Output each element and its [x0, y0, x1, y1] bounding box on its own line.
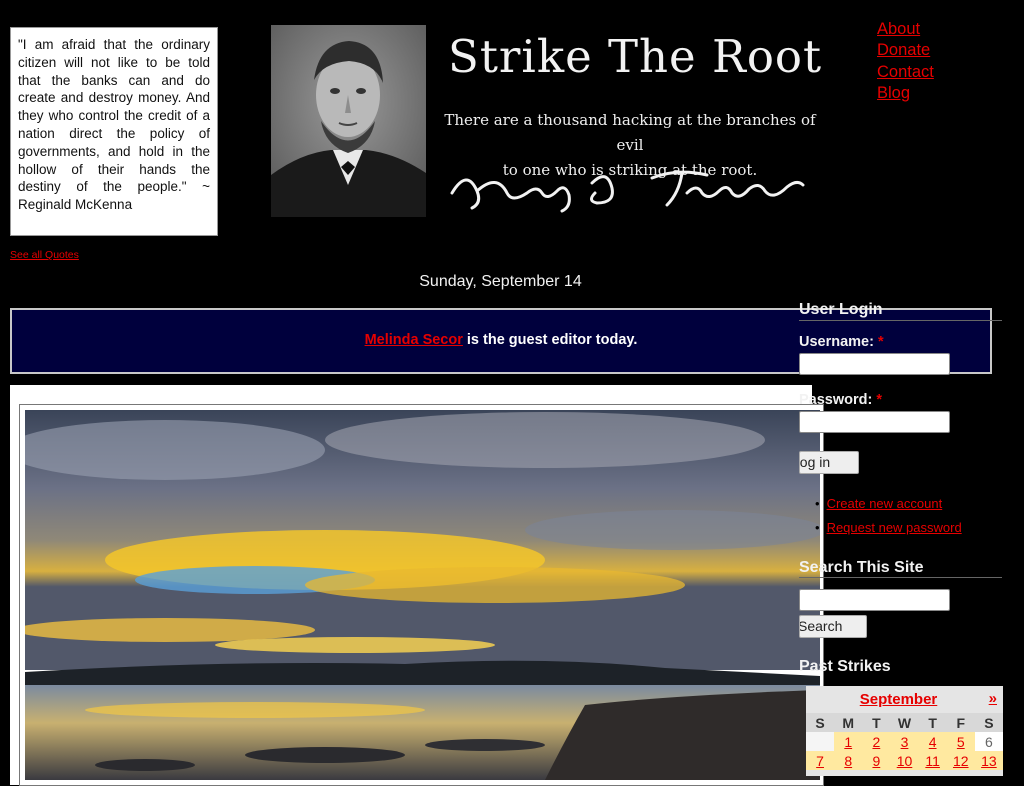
weekday-header: F	[946, 713, 975, 732]
calendar-day-link[interactable]: 4	[929, 734, 937, 750]
site-title: Strike The Root	[448, 30, 823, 83]
calendar-day: 6	[974, 732, 1003, 751]
username-input[interactable]	[799, 353, 950, 375]
login-button[interactable]: Log in	[799, 451, 859, 474]
required-marker: *	[877, 334, 884, 350]
required-marker: *	[876, 392, 883, 408]
calendar-day[interactable]: 5	[946, 732, 975, 751]
search-button[interactable]: Search	[799, 615, 867, 638]
search-input[interactable]	[799, 589, 950, 611]
calendar-next-link[interactable]: »	[989, 690, 997, 707]
weekday-header: W	[890, 713, 919, 732]
create-account-item: Create new account	[815, 492, 962, 516]
weekday-header: T	[862, 713, 891, 732]
calendar-day-link[interactable]: 7	[816, 753, 824, 769]
guest-editor-link[interactable]: Melinda Secor	[365, 332, 463, 348]
quote-box: "I am afraid that the ordinary citizen w…	[10, 27, 218, 236]
user-login-title: User Login	[799, 301, 1002, 321]
search-title: Search This Site	[799, 559, 1002, 578]
password-input[interactable]	[799, 411, 950, 433]
calendar-month-link[interactable]: September	[806, 691, 991, 708]
quote-text: "I am afraid that the ordinary citizen w…	[18, 37, 210, 213]
calendar-day-link[interactable]: 9	[872, 753, 880, 769]
weekday-header: S	[806, 713, 835, 732]
calendar-day[interactable]: 11	[918, 751, 947, 770]
calendar-week-row: 1 2 3 4 5 6	[806, 732, 1003, 751]
password-label: Password: *	[799, 392, 882, 408]
request-password-link[interactable]: Request new password	[827, 520, 962, 535]
about-link[interactable]: About	[877, 19, 934, 40]
donate-link[interactable]: Donate	[877, 40, 934, 61]
see-all-quotes-link[interactable]: See all Quotes	[10, 249, 79, 261]
calendar-day[interactable]: 10	[890, 751, 919, 770]
username-label: Username: *	[799, 334, 884, 350]
calendar-day[interactable]: 9	[862, 751, 891, 770]
calendar-day[interactable]: 1	[834, 732, 863, 751]
sunset-lake-photo	[25, 410, 820, 780]
top-nav: About Donate Contact Blog	[877, 19, 934, 104]
calendar-day[interactable]: 13	[974, 751, 1003, 770]
weekday-header: S	[974, 713, 1003, 732]
weekday-header: T	[918, 713, 947, 732]
calendar-day-link[interactable]: 5	[957, 734, 965, 750]
calendar-day-link[interactable]: 3	[901, 734, 909, 750]
calendar-day-empty	[806, 732, 835, 751]
calendar-week-row: 7 8 9 10 11 12 13	[806, 751, 1003, 770]
calendar: September » S M T W T F S 1 2 3 4 5 6 7 …	[806, 686, 1003, 776]
tagline-line-1: There are a thousand hacking at the bran…	[444, 111, 816, 154]
request-password-item: Request new password	[815, 516, 962, 540]
calendar-day-link[interactable]: 11	[925, 753, 940, 769]
weekday-header: M	[834, 713, 863, 732]
calendar-day-link[interactable]: 8	[844, 753, 852, 769]
calendar-weekday-row: S M T W T F S	[806, 713, 1003, 732]
password-label-text: Password:	[799, 392, 873, 408]
calendar-day[interactable]: 2	[862, 732, 891, 751]
calendar-day-link[interactable]: 10	[897, 753, 913, 769]
username-label-text: Username:	[799, 334, 874, 350]
calendar-day[interactable]: 12	[946, 751, 975, 770]
past-strikes-title: Past Strikes	[799, 658, 891, 675]
calendar-day[interactable]: 7	[806, 751, 835, 770]
calendar-day-link[interactable]: 2	[872, 734, 880, 750]
calendar-grid: S M T W T F S 1 2 3 4 5 6 7 8 9 10 11 12…	[806, 713, 1003, 770]
date-line: Sunday, September 14	[419, 273, 582, 290]
calendar-day[interactable]: 8	[834, 751, 863, 770]
calendar-day[interactable]: 3	[890, 732, 919, 751]
create-account-link[interactable]: Create new account	[827, 496, 943, 511]
thoreau-signature	[450, 170, 805, 213]
calendar-day-link[interactable]: 13	[981, 753, 997, 769]
account-links: Create new account Request new password	[815, 492, 962, 540]
guest-editor-text: is the guest editor today.	[462, 332, 638, 348]
thoreau-portrait-image	[271, 25, 426, 217]
calendar-day-link[interactable]: 12	[953, 753, 969, 769]
calendar-day-link[interactable]: 1	[844, 734, 852, 750]
calendar-day[interactable]: 4	[918, 732, 947, 751]
contact-link[interactable]: Contact	[877, 62, 934, 83]
blog-link[interactable]: Blog	[877, 83, 934, 104]
